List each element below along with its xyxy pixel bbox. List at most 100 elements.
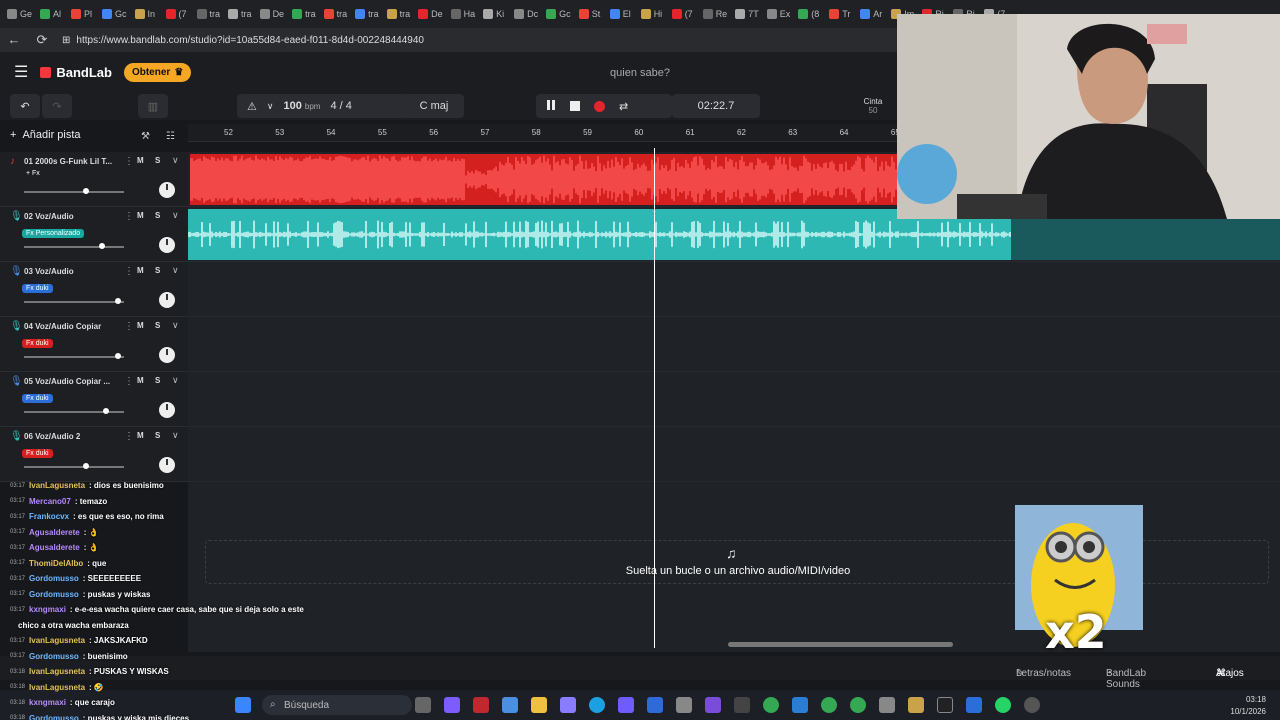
browser-tab[interactable]: Gc [99, 4, 130, 24]
volume-knob[interactable] [83, 463, 89, 469]
browser-tab[interactable]: Gc [543, 4, 574, 24]
track-header[interactable]: 🎙 05 Voz/Audio Copiar ... ⋮ M S ∨ Fx duk… [0, 372, 188, 427]
browser-tab[interactable]: De [257, 4, 288, 24]
mute-button[interactable]: M [137, 431, 144, 440]
track-name[interactable]: 05 Voz/Audio Copiar ... [24, 377, 120, 386]
pan-knob[interactable] [159, 402, 175, 418]
track-options-icon[interactable]: ⋮ [124, 156, 134, 167]
volume-slider[interactable] [24, 353, 124, 359]
settings-icon[interactable] [879, 697, 895, 713]
browser-tab[interactable]: Al [37, 4, 66, 24]
metronome-dropdown-icon[interactable]: ∨ [267, 101, 274, 112]
volume-knob[interactable] [83, 188, 89, 194]
obs-icon[interactable] [1024, 697, 1040, 713]
back-arrow-icon[interactable]: ← [6, 32, 22, 48]
browser-tab[interactable]: tra [289, 4, 319, 24]
browser-tab[interactable]: Ha [448, 4, 479, 24]
wand-icon[interactable]: ⚒ [141, 131, 150, 142]
mute-button[interactable]: M [137, 211, 144, 220]
browser-tab[interactable]: Ar [857, 4, 886, 24]
track-name[interactable]: 06 Voz/Audio 2 [24, 432, 120, 441]
track-header[interactable]: 🎙 02 Voz/Audio ⋮ M S ∨ Fx Personalizado [0, 207, 188, 262]
chevron-down-icon[interactable]: ∨ [172, 375, 179, 386]
task-view-icon[interactable] [415, 697, 431, 713]
browser-tab[interactable]: tra [225, 4, 255, 24]
solo-button[interactable]: S [155, 266, 160, 275]
key-button[interactable]: C maj [404, 94, 464, 118]
pause-icon[interactable] [546, 99, 556, 113]
pan-knob[interactable] [159, 237, 175, 253]
chevron-down-icon[interactable]: ∨ [172, 155, 179, 166]
browser-tab[interactable]: Re [700, 4, 731, 24]
taskbar-clock[interactable]: 03:18 10/1/2026 [1230, 694, 1266, 718]
reload-icon[interactable]: ⟳ [34, 32, 50, 48]
outlook-icon[interactable] [966, 697, 982, 713]
pan-knob[interactable] [159, 292, 175, 308]
site-info-icon[interactable]: ⊞ [62, 35, 70, 46]
track-settings-icon[interactable]: ☷ [166, 131, 175, 142]
url-field[interactable]: ⊞ https://www.bandlab.com/studio?id=10a5… [62, 35, 424, 46]
track-lane-3[interactable] [188, 262, 1280, 317]
browser-tab[interactable]: St [576, 4, 605, 24]
bandlab-logo[interactable]: BandLab [40, 65, 112, 80]
chevron-down-icon[interactable]: ∨ [172, 265, 179, 276]
volume-knob[interactable] [103, 408, 109, 414]
track-options-icon[interactable]: ⋮ [124, 266, 134, 277]
browser-tab[interactable]: tra [194, 4, 224, 24]
solo-button[interactable]: S [155, 321, 160, 330]
browser-tab[interactable]: Ki [480, 4, 509, 24]
folder-icon[interactable] [908, 697, 924, 713]
chrome-icon[interactable] [763, 697, 779, 713]
track-name[interactable]: 04 Voz/Audio Copiar [24, 322, 120, 331]
fx-badge[interactable]: Fx Personalizado [22, 229, 85, 238]
discord-icon[interactable] [618, 697, 634, 713]
pan-knob[interactable] [159, 347, 175, 363]
audio-clip-track-2[interactable] [188, 209, 1011, 260]
fx-badge[interactable]: Fx duki [22, 284, 53, 293]
chevron-down-icon[interactable]: ∨ [172, 210, 179, 221]
chrome-profile-icon[interactable] [821, 697, 837, 713]
tempo-value[interactable]: 100 bpm [283, 100, 320, 112]
notepad-icon[interactable] [792, 697, 808, 713]
solo-button[interactable]: S [155, 156, 160, 165]
browser-tab[interactable]: Tr [826, 4, 855, 24]
browser-tab[interactable]: tra [352, 4, 382, 24]
chevron-down-icon[interactable]: ∨ [172, 320, 179, 331]
metronome-icon[interactable]: ⚠ [247, 100, 257, 113]
add-track-button[interactable]: + Añadir pista [10, 129, 81, 141]
mute-button[interactable]: M [137, 376, 144, 385]
track-lane-5[interactable] [188, 372, 1280, 427]
app-grid-icon[interactable] [705, 697, 721, 713]
vscode-icon[interactable] [647, 697, 663, 713]
browser-tab[interactable]: tra [384, 4, 414, 24]
fx-badge[interactable]: Fx duki [22, 394, 53, 403]
capcut-icon[interactable] [676, 697, 692, 713]
track-name[interactable]: 03 Voz/Audio [24, 267, 120, 276]
mute-button[interactable]: M [137, 156, 144, 165]
track-header[interactable]: 🎙 03 Voz/Audio ⋮ M S ∨ Fx duki [0, 262, 188, 317]
solo-button[interactable]: S [155, 431, 160, 440]
volume-slider[interactable] [24, 188, 124, 194]
browser-tab[interactable]: (7 [669, 4, 698, 24]
track-header[interactable]: 🎙 06 Voz/Audio 2 ⋮ M S ∨ Fx duki [0, 427, 188, 482]
volume-slider[interactable] [24, 298, 124, 304]
browser-tab[interactable]: In [132, 4, 161, 24]
stop-icon[interactable] [570, 101, 580, 111]
volume-knob[interactable] [115, 353, 121, 359]
volume-slider[interactable] [24, 463, 124, 469]
tape-button[interactable]: Cinta 50 [850, 94, 896, 118]
file-explorer-icon[interactable] [531, 697, 547, 713]
chevron-down-icon[interactable]: ∨ [172, 430, 179, 441]
volume-knob[interactable] [115, 298, 121, 304]
time-signature[interactable]: 4 / 4 [330, 100, 351, 112]
volume-knob[interactable] [99, 243, 105, 249]
mute-button[interactable]: M [137, 321, 144, 330]
chrome-profile-2-icon[interactable] [850, 697, 866, 713]
mixer-button[interactable]: ▥ [138, 94, 168, 118]
browser-tab[interactable]: (8 [795, 4, 824, 24]
browser-tab[interactable]: Dc [511, 4, 541, 24]
track-header[interactable]: 🎙 04 Voz/Audio Copiar ⋮ M S ∨ Fx duki [0, 317, 188, 372]
audio-clip-track-1[interactable] [190, 154, 900, 205]
opera-icon[interactable] [473, 697, 489, 713]
volume-slider[interactable] [24, 243, 124, 249]
